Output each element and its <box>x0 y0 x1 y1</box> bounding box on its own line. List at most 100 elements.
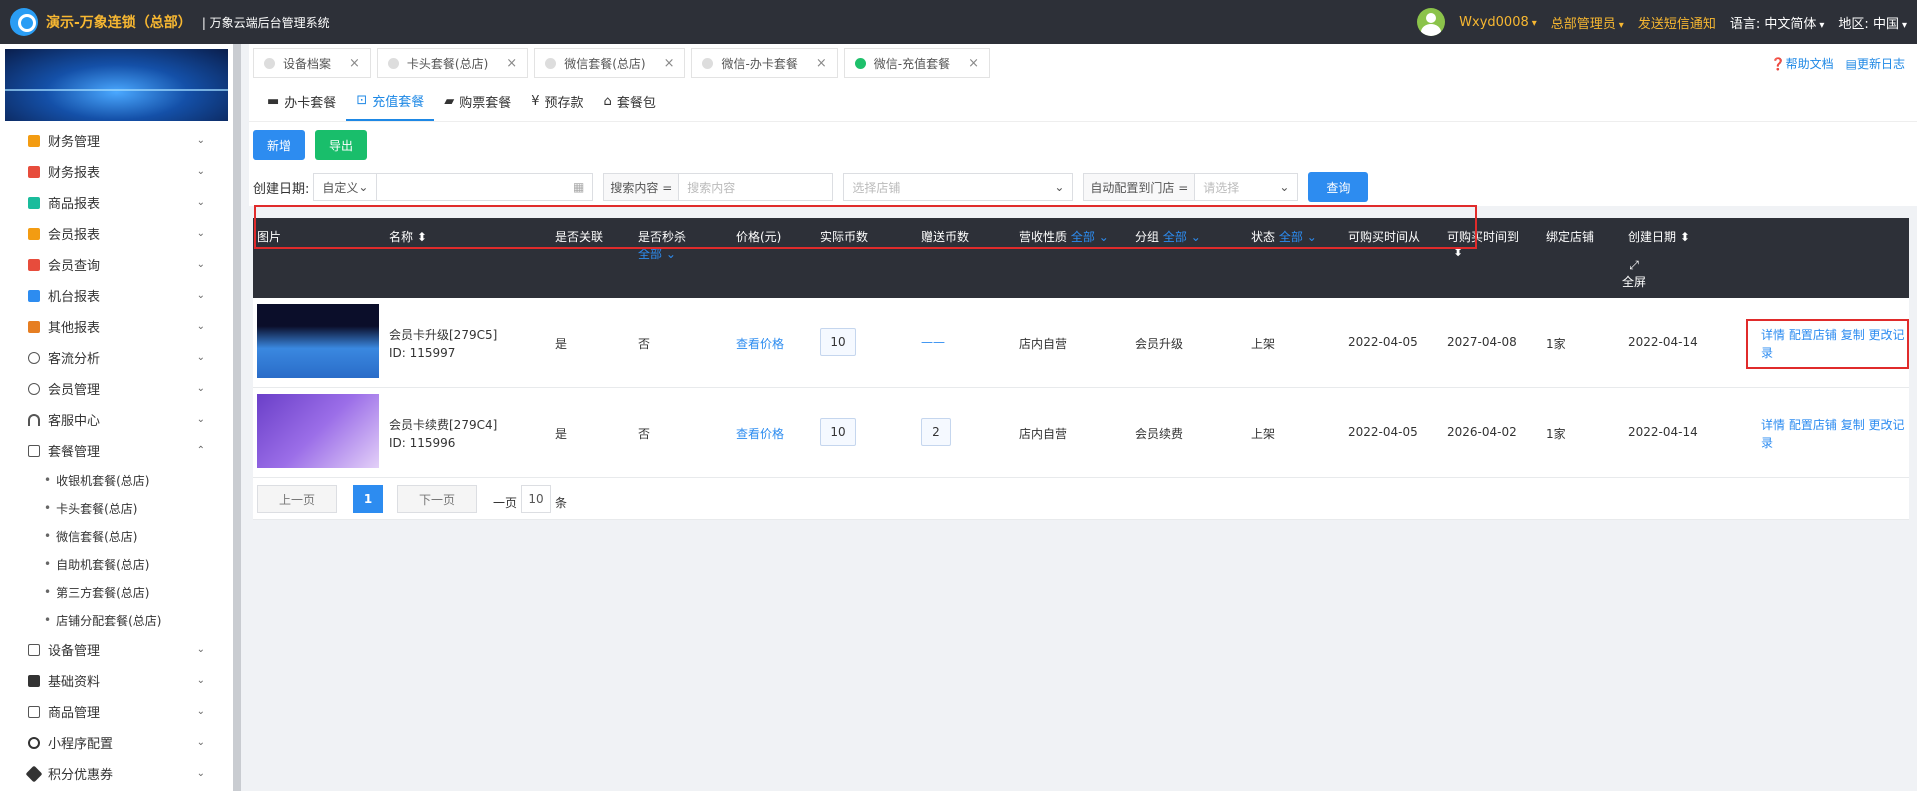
sidebar-item-basic[interactable]: 基础资料 ⌄ <box>0 665 233 696</box>
close-icon[interactable]: × <box>816 56 827 71</box>
view-price-link[interactable]: 查看价格 <box>736 425 784 442</box>
config-store-link[interactable]: 配置店铺 <box>1789 418 1837 432</box>
sidebar-item-other-report[interactable]: 其他报表 ⌄ <box>0 311 233 342</box>
buy-from-value: 2022-04-05 <box>1348 425 1418 439</box>
subtab-card[interactable]: ▬ 办卡套餐 <box>257 81 346 121</box>
add-button[interactable]: 新增 <box>253 130 306 160</box>
subtab-deposit[interactable]: ¥ 预存款 <box>521 81 593 121</box>
query-button[interactable]: 查询 <box>1308 172 1369 202</box>
chevron-down-icon: ⌄ <box>196 383 205 394</box>
tab-label: 设备档案 <box>283 56 332 71</box>
chevron-down-icon: ⌄ <box>196 352 205 363</box>
language-menu[interactable]: 语言: 中文简体 ▾ <box>1730 13 1825 32</box>
sidebar-subitem[interactable]: 微信套餐(总店) <box>0 522 233 550</box>
tab-device-archive[interactable]: 设备档案 × <box>253 48 371 78</box>
status-dot-icon <box>702 57 714 69</box>
help-docs-link[interactable]: ❓帮助文档 <box>1771 55 1834 72</box>
sidebar-subitem[interactable]: 自助机套餐(总店) <box>0 550 233 578</box>
subtab-label: 套餐包 <box>616 95 656 111</box>
search-field[interactable]: 搜索内容 = 搜索内容 <box>603 173 834 201</box>
prev-page-button[interactable]: 上一页 <box>257 485 337 513</box>
user-menu[interactable]: Wxyd0008 ▾ <box>1459 15 1537 30</box>
cloud-logo-icon <box>10 8 38 36</box>
sidebar-item-device[interactable]: 设备管理 ⌄ <box>0 634 233 665</box>
sidebar-item-finance-report[interactable]: 财务报表 ⌄ <box>0 156 233 187</box>
store-select[interactable]: 选择店铺 ⌄ <box>843 173 1074 201</box>
close-icon[interactable]: × <box>349 56 360 71</box>
chevron-down-icon: ▾ <box>1618 19 1624 31</box>
status-dot-icon <box>545 57 557 69</box>
sidebar-item-member-query[interactable]: 会员查询 ⌄ <box>0 249 233 280</box>
chevron-down-icon: ⌄ <box>1054 180 1065 194</box>
sidebar-item-finance[interactable]: 财务管理 ⌄ <box>0 125 233 156</box>
help-links: ❓帮助文档 ▤更新日志 <box>1771 55 1917 72</box>
buy-to-value: 2027-04-08 <box>1447 335 1517 349</box>
sidebar-item-goods-report[interactable]: 商品报表 ⌄ <box>0 187 233 218</box>
chevron-down-icon: ⌄ <box>1279 180 1290 194</box>
chevron-down-icon: ⌄ <box>196 706 205 717</box>
sidebar-item-label: 商品管理 <box>48 706 101 721</box>
region-menu[interactable]: 地区: 中国 ▾ <box>1838 13 1907 32</box>
tab-card-package[interactable]: 卡头套餐(总店) × <box>376 48 529 78</box>
gear-icon <box>28 736 40 749</box>
actions-highlight-box <box>1746 319 1909 369</box>
sidebar-menu: 财务管理 ⌄ 财务报表 ⌄ 商品报表 ⌄ 会员报表 ⌄ 会员查询 ⌄ 机台报表 ⌄ 其他报表… <box>0 125 233 789</box>
sidebar-item-traffic[interactable]: 客流分析 ⌄ <box>0 342 233 373</box>
subtab-label: 充值套餐 <box>372 94 425 110</box>
sidebar-item-member-mgmt[interactable]: 会员管理 ⌄ <box>0 373 233 404</box>
sidebar-item-machine-report[interactable]: 机台报表 ⌄ <box>0 280 233 311</box>
tab-wechat-recharge[interactable]: 微信-充值套餐 × <box>843 48 990 78</box>
subtab-bundle[interactable]: ⌂ 套餐包 <box>594 81 666 121</box>
flash-filter[interactable]: 全部 ⌄ <box>638 247 676 261</box>
fullscreen-button[interactable]: ⤢ 全屏 <box>1614 258 1654 290</box>
sidebar-item-member-report[interactable]: 会员报表 ⌄ <box>0 218 233 249</box>
copy-link[interactable]: 复制 <box>1841 418 1865 432</box>
bonus-value: —— <box>921 335 945 349</box>
subtab-ticket[interactable]: ▰ 购票套餐 <box>434 81 521 121</box>
tab-wechat-card[interactable]: 微信-办卡套餐 × <box>691 48 838 78</box>
sidebar-item-label: 机台报表 <box>48 290 101 305</box>
buy-to-value: 2026-04-02 <box>1447 425 1517 439</box>
package-name: 会员卡升级[279C5] ID: 115997 <box>389 328 498 360</box>
role-menu[interactable]: 总部管理员 ▾ <box>1551 13 1624 32</box>
tab-wechat-package[interactable]: 微信套餐(总店) × <box>534 48 686 78</box>
sidebar-item-label: 客流分析 <box>48 352 101 367</box>
date-range-field[interactable]: 自定义 ⌄ ▦ <box>313 173 594 201</box>
sidebar-item-service[interactable]: 客服中心 ⌄ <box>0 404 233 435</box>
changelog-link[interactable]: ▤更新日志 <box>1846 55 1905 72</box>
avatar[interactable] <box>1417 8 1446 36</box>
subtab-label: 购票套餐 <box>459 95 512 111</box>
close-icon[interactable]: × <box>664 56 675 71</box>
row-actions: 详情 配置店铺 复制 更改记录 <box>1761 416 1907 452</box>
date-mode-select[interactable]: 自定义 ⌄ <box>314 174 378 200</box>
next-page-button[interactable]: 下一页 <box>397 485 477 513</box>
chevron-down-icon: ⌄ <box>196 321 205 332</box>
chevron-down-icon: ⌄ <box>196 768 205 779</box>
package-table: 图片 名称 ⬍ 是否关联 是否秒杀 全部 ⌄ 价格(元) 实际币数 赠送币数 营收… <box>253 218 1909 520</box>
tab-label: 微信-办卡套餐 <box>721 56 798 71</box>
sidebar-item-label: 小程序配置 <box>48 737 114 752</box>
sidebar-subitem[interactable]: 第三方套餐(总店) <box>0 578 233 606</box>
export-button[interactable]: 导出 <box>315 130 368 160</box>
send-sms-link[interactable]: 发送短信通知 <box>1638 13 1716 32</box>
sidebar-item-miniapp[interactable]: 小程序配置 ⌄ <box>0 727 233 758</box>
subtab-recharge[interactable]: ⊡ 充值套餐 <box>346 81 435 121</box>
page-size-input[interactable]: 10 <box>521 485 552 513</box>
bonus-value: 2 <box>921 418 951 446</box>
sidebar-item-coupon[interactable]: 积分优惠券 ⌄ <box>0 758 233 789</box>
close-icon[interactable]: × <box>506 56 517 71</box>
close-icon[interactable]: × <box>968 56 979 71</box>
col-created[interactable]: 创建日期 ⬍ <box>1628 228 1690 245</box>
sidebar-subitem[interactable]: 收银机套餐(总店) <box>0 466 233 494</box>
search-input[interactable]: 搜索内容 <box>679 179 832 196</box>
auto-config-select[interactable]: 自动配置到门店 = 请选择 ⌄ <box>1083 173 1299 201</box>
sidebar-item-label: 会员管理 <box>48 383 101 398</box>
sidebar-item-package[interactable]: 套餐管理 ⌃ <box>0 435 233 466</box>
sidebar-subitem[interactable]: 卡头套餐(总店) <box>0 494 233 522</box>
view-price-link[interactable]: 查看价格 <box>736 335 784 352</box>
detail-link[interactable]: 详情 <box>1761 418 1785 432</box>
sidebar-item-goods[interactable]: 商品管理 ⌄ <box>0 696 233 727</box>
page-1-button[interactable]: 1 <box>353 485 383 513</box>
sidebar-subitem[interactable]: 店铺分配套餐(总店) <box>0 606 233 634</box>
chevron-down-icon: ▾ <box>1901 19 1907 31</box>
